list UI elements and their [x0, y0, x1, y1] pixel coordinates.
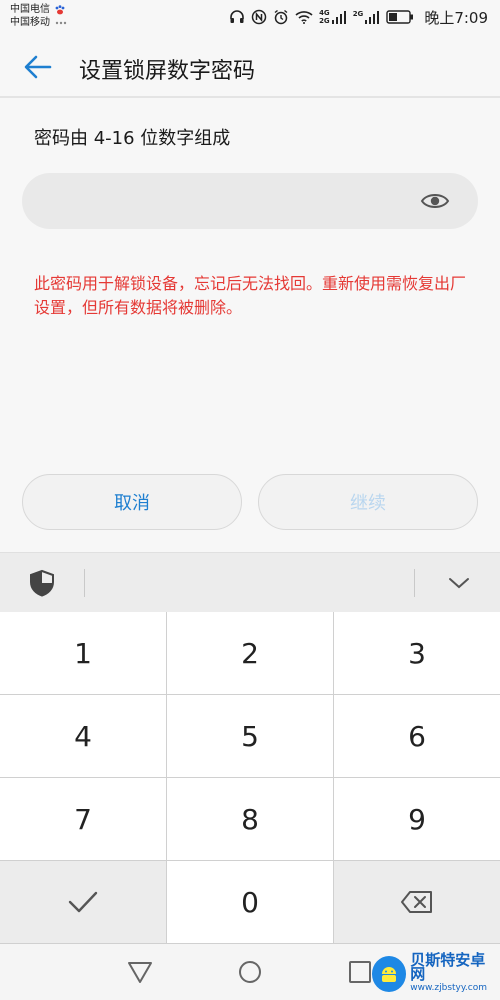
- warning-text: 此密码用于解锁设备，忘记后无法找回。重新使用需恢复出厂设置，但所有数据将被删除。: [34, 274, 467, 317]
- status-bar: 中国电信 中国移动 4G 2G 2G 晚上7:09: [0, 0, 500, 36]
- checkmark-icon: [68, 891, 98, 913]
- status-time: 晚上7:09: [424, 8, 488, 27]
- key-2[interactable]: 2: [167, 612, 333, 694]
- password-field[interactable]: [22, 173, 478, 229]
- android-robot-icon: [382, 967, 397, 982]
- nfc-icon: [251, 9, 267, 25]
- page-title: 设置锁屏数字密码: [79, 59, 256, 84]
- signal-icon-1: [331, 11, 346, 24]
- keyboard-toolbar: [0, 552, 500, 612]
- cancel-button[interactable]: 取消: [22, 474, 242, 530]
- password-instruction: 密码由 4-16 位数字组成: [34, 128, 231, 149]
- headset-icon: [230, 10, 244, 23]
- carrier-row-1: 中国电信: [10, 3, 68, 16]
- toolbar-divider-right: [414, 569, 415, 597]
- network-type-labels: 4G 2G: [319, 9, 330, 25]
- confirm-key[interactable]: [0, 861, 166, 943]
- baidu-paw-icon: [55, 4, 65, 14]
- circle-home-icon[interactable]: [236, 958, 264, 986]
- triangle-back-icon[interactable]: [126, 958, 154, 986]
- back-arrow-icon: [24, 55, 52, 79]
- carrier-info: 中国电信 中国移动: [10, 3, 68, 29]
- square-recent-icon[interactable]: [346, 958, 374, 986]
- back-button[interactable]: [18, 50, 58, 84]
- carrier-1-label: 中国电信: [10, 4, 50, 15]
- key-7[interactable]: 7: [0, 778, 166, 860]
- key-1[interactable]: 1: [0, 612, 166, 694]
- key-4[interactable]: 4: [0, 695, 166, 777]
- key-6[interactable]: 6: [334, 695, 500, 777]
- signal-icon-2: [365, 11, 380, 24]
- eye-icon[interactable]: [420, 189, 450, 213]
- key-8[interactable]: 8: [167, 778, 333, 860]
- key-3[interactable]: 3: [334, 612, 500, 694]
- password-input[interactable]: [42, 173, 412, 229]
- network-2-label: 2G: [319, 17, 330, 25]
- watermark: 贝斯特安卓网 www.zjbstyy.com: [372, 952, 496, 996]
- shield-icon: [30, 569, 54, 597]
- alarm-icon: [274, 9, 288, 25]
- signal-group-2: 2G: [353, 10, 381, 24]
- network-1-label: 4G: [319, 9, 330, 17]
- battery-icon: [386, 10, 414, 24]
- key-9[interactable]: 9: [334, 778, 500, 860]
- backspace-key[interactable]: [334, 861, 500, 943]
- continue-button[interactable]: 继续: [258, 474, 478, 530]
- watermark-text: 贝斯特安卓网 www.zjbstyy.com: [410, 953, 496, 995]
- carrier-2-label: 中国移动: [10, 17, 50, 28]
- network-3-label: 2G: [352, 10, 364, 18]
- numeric-keypad: 1 2 3 4 5 6 7 8 9 0: [0, 612, 500, 944]
- watermark-name: 贝斯特安卓网: [410, 951, 486, 983]
- key-5[interactable]: 5: [167, 695, 333, 777]
- signal-group-1: 4G 2G: [319, 9, 347, 25]
- watermark-logo-icon: [372, 956, 407, 992]
- toolbar-divider-left: [84, 569, 85, 597]
- key-0[interactable]: 0: [167, 861, 333, 943]
- watermark-url: www.zjbstyy.com: [410, 983, 488, 993]
- status-icons: 4G 2G 2G 晚上7:09: [229, 6, 488, 28]
- notification-dots-icon: [55, 21, 67, 24]
- backspace-icon: [401, 891, 432, 913]
- carrier-row-2: 中国移动: [10, 16, 68, 29]
- chevron-down-icon[interactable]: [444, 571, 474, 595]
- wifi-icon: [295, 11, 313, 24]
- app-header: 设置锁屏数字密码: [0, 36, 500, 98]
